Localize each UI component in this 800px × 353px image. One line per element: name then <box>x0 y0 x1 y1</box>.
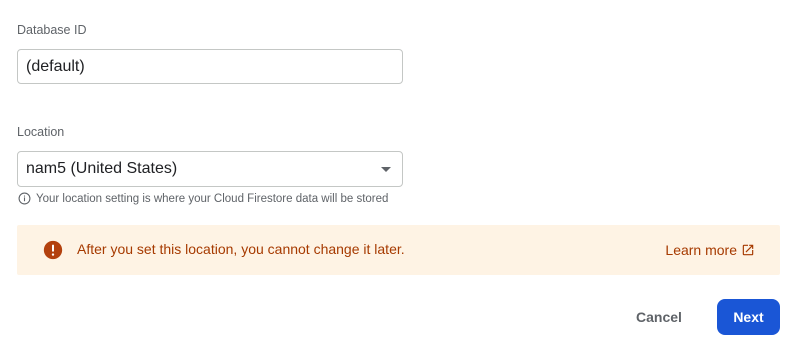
learn-more-label: Learn more <box>665 242 737 258</box>
info-icon <box>18 192 31 205</box>
learn-more-link[interactable]: Learn more <box>665 242 755 258</box>
dropdown-arrow-icon <box>381 167 391 172</box>
location-hint: Your location setting is where your Clou… <box>18 192 388 205</box>
warning-banner: After you set this location, you cannot … <box>17 225 780 275</box>
create-database-dialog: Database ID Location nam5 (United States… <box>0 0 800 353</box>
database-id-label: Database ID <box>17 23 87 37</box>
location-select[interactable]: nam5 (United States) <box>17 151 403 187</box>
warning-message: After you set this location, you cannot … <box>77 241 405 257</box>
error-icon <box>43 240 63 260</box>
location-hint-text: Your location setting is where your Clou… <box>36 192 389 205</box>
location-label: Location <box>17 125 65 139</box>
database-id-input[interactable] <box>17 49 403 84</box>
open-in-new-icon <box>742 244 754 256</box>
next-button[interactable]: Next <box>717 299 780 335</box>
cancel-button[interactable]: Cancel <box>620 300 698 334</box>
location-selected-value: nam5 (United States) <box>26 160 178 177</box>
